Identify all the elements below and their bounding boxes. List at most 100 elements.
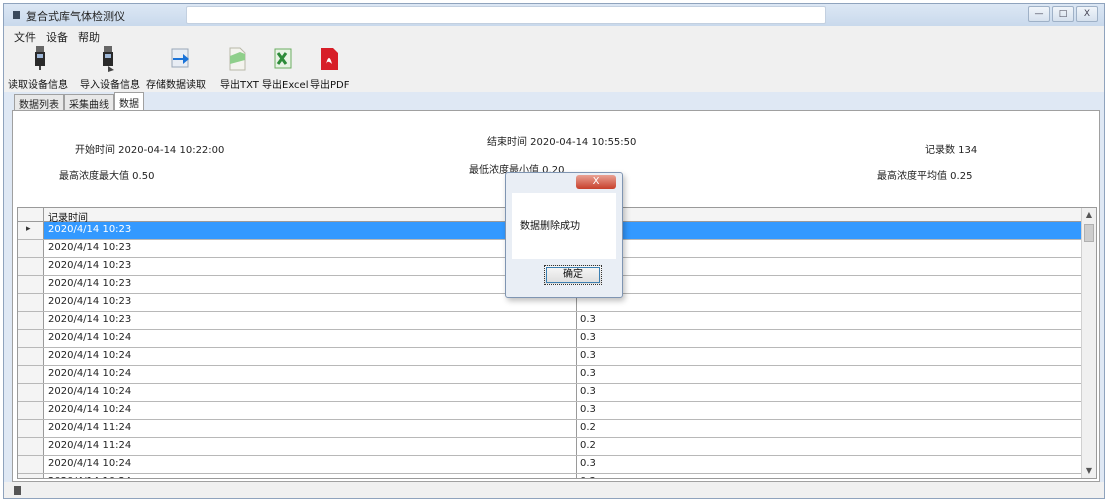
data-read-arrow-icon xyxy=(171,48,189,68)
row-header-cell[interactable] xyxy=(18,294,44,311)
tab-curve[interactable]: 采集曲线 xyxy=(64,94,114,111)
record-time-cell: 2020/4/14 10:23 xyxy=(48,314,132,325)
dialog-message: 数据删除成功 xyxy=(520,221,580,232)
device-import-icon xyxy=(103,46,114,72)
start-time: 开始时间 2020-04-14 10:22:00 xyxy=(75,145,225,156)
export-excel-label: 导出Excel xyxy=(262,80,309,91)
table-row[interactable]: 2020/4/14 10:23 0.3 xyxy=(18,312,1082,330)
table-row[interactable]: 2020/4/14 10:24 0.3 xyxy=(18,402,1082,420)
record-time-cell: 2020/4/14 10:23 xyxy=(48,224,132,235)
menu-bar: 文件 设备 帮助 xyxy=(4,26,1104,44)
row-header-cell[interactable] xyxy=(18,456,44,473)
row-header-cell[interactable] xyxy=(18,474,44,478)
value-cell: 0.3 xyxy=(576,330,596,347)
dialog-close-button[interactable]: X xyxy=(576,175,616,189)
title-bar: 复合式库气体检测仪 — □ X xyxy=(4,4,1104,26)
table-row[interactable]: 2020/4/14 10:24 0.3 xyxy=(18,348,1082,366)
row-header-cell[interactable] xyxy=(18,276,44,293)
record-time-cell: 2020/4/14 10:24 xyxy=(48,386,132,397)
export-excel-button[interactable]: 导出Excel xyxy=(262,46,309,91)
value-cell: 0.2 xyxy=(576,420,596,437)
close-window-button[interactable]: X xyxy=(1076,6,1098,22)
read-device-label: 读取设备信息 xyxy=(8,80,68,91)
record-time-cell: 2020/4/14 10:24 xyxy=(48,404,132,415)
export-excel-icon xyxy=(274,48,292,69)
max-concentration: 最高浓度最大值 0.50 xyxy=(59,171,155,182)
maximize-button[interactable]: □ xyxy=(1052,6,1074,22)
row-header-cell[interactable] xyxy=(18,258,44,275)
read-stored-data-label: 存储数据读取 xyxy=(146,80,206,91)
table-row[interactable]: 2020/4/14 10:24 0.3 xyxy=(18,366,1082,384)
read-stored-data-button[interactable]: 存储数据读取 xyxy=(146,46,210,91)
table-row[interactable]: 2020/4/14 10:24 0.3 xyxy=(18,384,1082,402)
table-row[interactable]: 2020/4/14 11:24 0.2 xyxy=(18,420,1082,438)
record-time-cell: 2020/4/14 10:24 xyxy=(48,476,131,478)
scroll-thumb[interactable] xyxy=(1084,224,1094,242)
row-header-cell[interactable] xyxy=(18,330,44,347)
row-header-cell[interactable] xyxy=(18,402,44,419)
export-txt-label: 导出TXT xyxy=(220,80,259,91)
read-device-button[interactable]: 读取设备信息 xyxy=(8,46,70,91)
record-time-cell: 2020/4/14 10:24 xyxy=(48,350,132,361)
value-cell: 0.3 xyxy=(576,348,596,365)
menu-file[interactable]: 文件 xyxy=(14,29,36,45)
table-row[interactable]: 2020/4/14 11:24 0.2 xyxy=(18,438,1082,456)
export-pdf-button[interactable]: 导出PDF xyxy=(310,46,350,91)
record-time-cell: 2020/4/14 10:24 xyxy=(48,332,132,343)
vertical-scrollbar[interactable]: ▲ ▼ xyxy=(1081,208,1096,478)
import-device-button[interactable]: 导入设备信息 xyxy=(80,46,142,91)
export-txt-button[interactable]: 导出TXT xyxy=(220,46,259,91)
row-header-cell[interactable] xyxy=(18,420,44,437)
record-count: 记录数 134 xyxy=(925,145,978,156)
row-header-cell[interactable] xyxy=(18,312,44,329)
message-dialog: X 数据删除成功 确定 xyxy=(505,172,623,298)
value-cell: 0.3 xyxy=(576,456,596,473)
menu-device[interactable]: 设备 xyxy=(46,29,68,45)
tab-data-list[interactable]: 数据列表 xyxy=(14,94,64,111)
minimize-button[interactable]: — xyxy=(1028,6,1050,22)
export-txt-icon xyxy=(229,47,246,71)
window-title: 复合式库气体检测仪 xyxy=(26,10,125,23)
export-pdf-label: 导出PDF xyxy=(310,80,350,91)
value-cell: 0.2 xyxy=(576,438,596,455)
value-cell: 0.3 xyxy=(576,402,596,419)
app-icon xyxy=(13,11,20,19)
status-bar xyxy=(4,482,1104,498)
value-cell: 0.3 xyxy=(576,312,596,329)
value-cell: 0.3 xyxy=(576,384,596,401)
table-row[interactable]: 2020/4/14 10:24 0.3 xyxy=(18,474,1082,478)
dialog-body: 数据删除成功 xyxy=(512,193,616,259)
record-time-cell: 2020/4/14 10:23 xyxy=(48,296,132,307)
table-row[interactable]: 2020/4/14 10:24 0.3 xyxy=(18,330,1082,348)
record-time-cell: 2020/4/14 10:24 xyxy=(48,458,132,469)
row-header-cell[interactable] xyxy=(18,384,44,401)
tab-data[interactable]: 数据 xyxy=(114,92,144,110)
menu-help[interactable]: 帮助 xyxy=(78,29,100,45)
end-time: 结束时间 2020-04-14 10:55:50 xyxy=(487,137,637,148)
tab-strip: 数据列表 采集曲线 数据 xyxy=(14,92,144,111)
row-header-cell[interactable] xyxy=(18,240,44,257)
value-cell: 0.3 xyxy=(576,474,596,478)
record-time-cell: 2020/4/14 10:24 xyxy=(48,368,132,379)
row-header-cell[interactable] xyxy=(18,438,44,455)
row-header-cell[interactable] xyxy=(18,366,44,383)
row-header-column xyxy=(18,208,44,221)
device-read-icon xyxy=(35,46,45,70)
record-time-cell: 2020/4/14 11:24 xyxy=(48,440,132,451)
import-device-label: 导入设备信息 xyxy=(80,80,140,91)
scroll-down-icon[interactable]: ▼ xyxy=(1082,464,1096,478)
window-controls: — □ X xyxy=(1028,6,1098,22)
dialog-ok-button[interactable]: 确定 xyxy=(544,265,602,285)
record-time-cell: 2020/4/14 11:24 xyxy=(48,422,132,433)
record-time-cell: 2020/4/14 10:23 xyxy=(48,278,132,289)
avg-concentration: 最高浓度平均值 0.25 xyxy=(877,171,973,182)
table-row[interactable]: 2020/4/14 10:24 0.3 xyxy=(18,456,1082,474)
row-header-cell[interactable] xyxy=(18,222,44,239)
record-time-cell: 2020/4/14 10:23 xyxy=(48,260,132,271)
row-header-cell[interactable] xyxy=(18,348,44,365)
toolbar: 读取设备信息 导入设备信息 存储数据读取 导出TXT 导出Excel 导出PDF xyxy=(4,44,1104,92)
value-cell: 0.3 xyxy=(576,366,596,383)
scroll-up-icon[interactable]: ▲ xyxy=(1082,208,1096,222)
export-pdf-icon xyxy=(321,48,338,70)
title-search-field xyxy=(186,6,826,24)
